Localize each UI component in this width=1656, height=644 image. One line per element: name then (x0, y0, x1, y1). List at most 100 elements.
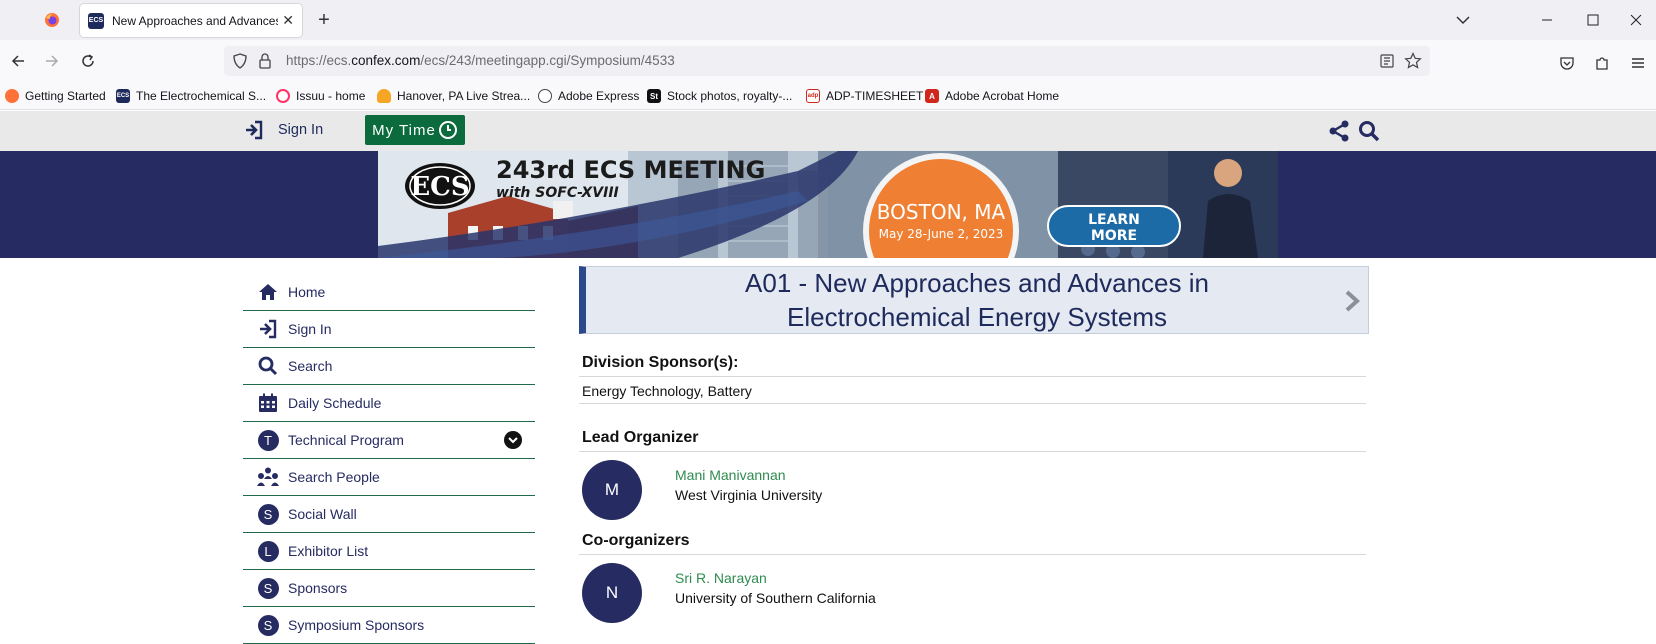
lead-organizer-heading: Lead Organizer (579, 429, 1366, 452)
address-bar[interactable]: https://ecs.confex.com/ecs/243/meetingap… (224, 46, 1430, 76)
acrobat-icon: A (925, 89, 939, 103)
sidebar-item-home[interactable]: Home (243, 274, 535, 311)
main-content: A01 - New Approaches and Advances in Ele… (579, 266, 1369, 623)
bookmark-stock-photos[interactable]: St Stock photos, royalty-... (647, 88, 792, 104)
pocket-icon (1560, 57, 1574, 70)
symposium-header: A01 - New Approaches and Advances in Ele… (579, 266, 1369, 334)
sidebar-item-symposium-sponsors[interactable]: S Symposium Sponsors (243, 607, 535, 644)
sidebar-item-exhibitor-list[interactable]: L Exhibitor List (243, 533, 535, 570)
sign-in-icon (246, 120, 263, 140)
people-icon (257, 466, 279, 488)
my-time-label: My Time (372, 121, 436, 139)
banner-cta-line2: MORE (1091, 228, 1137, 244)
back-button[interactable] (4, 48, 32, 74)
person-name-link[interactable]: Mani Manivannan (675, 467, 786, 483)
forward-button[interactable] (38, 48, 66, 74)
maximize-icon (1587, 14, 1599, 26)
bookmark-label: Adobe Express (558, 89, 640, 103)
share-button[interactable] (1328, 120, 1350, 142)
minimize-button[interactable] (1524, 0, 1570, 40)
header-search-button[interactable] (1358, 120, 1380, 142)
division-sponsors-heading: Division Sponsor(s): (579, 354, 1366, 377)
banner-city: BOSTON, MA (877, 200, 1006, 224)
bookmark-adp-timesheet[interactable]: adp ADP-TIMESHEET (806, 88, 923, 104)
search-icon (1359, 121, 1380, 142)
next-arrow-icon[interactable] (1344, 289, 1360, 313)
sidebar-item-label: Social Wall (288, 506, 357, 522)
bookmark-adobe-acrobat[interactable]: A Adobe Acrobat Home (925, 88, 1059, 104)
sidebar-item-label: Search (288, 358, 333, 374)
co-organizers-heading: Co-organizers (579, 532, 1366, 555)
person-affiliation: West Virginia University (675, 487, 823, 503)
division-sponsors-value: Energy Technology, Battery (579, 377, 1366, 404)
close-tab-icon[interactable]: ✕ (282, 12, 294, 29)
pocket-button[interactable] (1553, 50, 1581, 76)
avatar: N (582, 563, 642, 623)
close-window-button[interactable] (1616, 0, 1656, 40)
sidebar-item-label: Sign In (288, 321, 332, 337)
sidebar-item-label: Daily Schedule (288, 395, 382, 411)
meeting-banner[interactable]: ECS 243rd ECS MEETING with SOFC-XVIII BO… (378, 151, 1278, 258)
banner-artwork: ECS 243rd ECS MEETING with SOFC-XVIII BO… (378, 151, 1278, 258)
search-icon (257, 355, 279, 377)
puzzle-icon (1596, 57, 1608, 70)
sidebar-item-daily-schedule[interactable]: Daily Schedule (243, 385, 535, 422)
sidebar-item-sign-in[interactable]: Sign In (243, 311, 535, 348)
globe-icon (538, 89, 552, 103)
bookmark-star-icon[interactable] (1404, 52, 1422, 70)
sign-in-icon (257, 318, 279, 340)
clock-icon (438, 121, 457, 139)
bookmark-getting-started[interactable]: Getting Started (5, 88, 106, 104)
co-organizer-card: N Sri R. Narayan University of Southern … (579, 563, 1369, 623)
bookmarks-toolbar: Getting Started ECS The Electrochemical … (0, 82, 1656, 110)
bookmark-adobe-express[interactable]: Adobe Express (538, 88, 639, 104)
new-tab-button[interactable]: + (312, 8, 336, 32)
sidebar-item-label: Exhibitor List (288, 543, 369, 559)
bookmark-electrochemical-society[interactable]: ECS The Electrochemical S... (116, 88, 266, 104)
letter-l-icon: L (257, 540, 279, 562)
banner-subtitle: with SOFC-XVIII (496, 185, 619, 201)
sidebar-item-sponsors[interactable]: S Sponsors (243, 570, 535, 607)
shield-icon[interactable] (232, 53, 248, 69)
banner-dates: May 28-June 2, 2023 (879, 227, 1004, 241)
header-sign-in-label: Sign In (278, 122, 324, 138)
sidebar-item-technical-program[interactable]: T Technical Program (243, 422, 535, 459)
sidebar-item-search-people[interactable]: Search People (243, 459, 535, 496)
firefox-view-tab[interactable] (36, 8, 68, 32)
bookmark-issuu[interactable]: Issuu - home (276, 88, 365, 104)
extensions-button[interactable] (1588, 50, 1616, 76)
my-time-button[interactable]: My Time (365, 115, 465, 145)
maximize-button[interactable] (1570, 0, 1616, 40)
reload-icon (82, 54, 94, 67)
close-icon (1630, 14, 1642, 26)
arrow-right-icon (46, 55, 59, 67)
tab-strip: ECS New Approaches and Advances ✕ + (0, 0, 1656, 40)
sidebar-item-label: Sponsors (288, 580, 348, 596)
ecs-logo-text: ECS (410, 172, 469, 202)
tab-title: New Approaches and Advances (112, 13, 279, 28)
avatar: M (582, 460, 642, 520)
sidebar-item-search[interactable]: Search (243, 348, 535, 385)
app-menu-button[interactable] (1624, 50, 1652, 76)
bookmark-hanover-live-stream[interactable]: Hanover, PA Live Strea... (377, 88, 530, 104)
lock-icon[interactable] (258, 53, 272, 69)
bookmark-label: The Electrochemical S... (136, 89, 267, 103)
active-tab[interactable]: ECS New Approaches and Advances ✕ (80, 4, 302, 37)
calendar-icon (257, 392, 279, 414)
person-name-link[interactable]: Sri R. Narayan (675, 570, 767, 586)
reload-button[interactable] (74, 48, 102, 74)
lead-organizer-card: M Mani Manivannan West Virginia Universi… (579, 460, 1369, 520)
adp-icon: adp (806, 89, 820, 103)
url-text[interactable]: https://ecs.confex.com/ecs/243/meetingap… (286, 53, 675, 68)
bookmark-label: Stock photos, royalty-... (667, 89, 793, 103)
expand-chevron-icon[interactable] (504, 431, 522, 449)
ecs-icon: ECS (116, 89, 130, 103)
list-all-tabs-button[interactable] (1440, 0, 1486, 40)
symposium-title: A01 - New Approaches and Advances in Ele… (745, 268, 1209, 332)
sidebar-item-social-wall[interactable]: S Social Wall (243, 496, 535, 533)
header-sign-in-link[interactable]: Sign In (244, 120, 323, 140)
reader-view-icon[interactable] (1379, 53, 1395, 69)
share-icon (1329, 120, 1349, 142)
sidebar-nav: Home Sign In Search Daily Schedule T Tec… (243, 274, 535, 644)
sidebar-item-label: Search People (288, 469, 380, 485)
